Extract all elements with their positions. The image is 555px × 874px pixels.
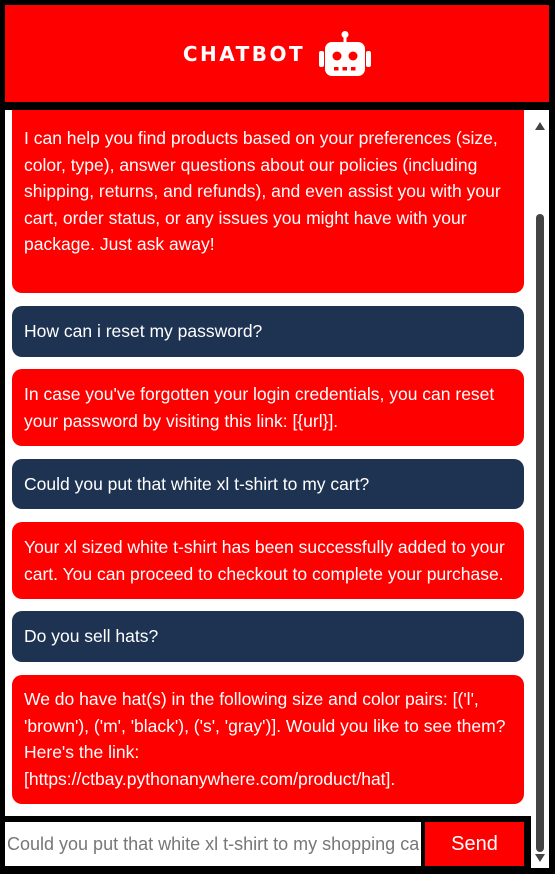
message-text: Your xl sized white t-shirt has been suc… [24,537,505,584]
scrollbar-thumb[interactable] [536,214,544,852]
user-message: How can i reset my password? [12,306,524,357]
chat-scrollbar[interactable] [531,110,549,868]
bot-message: Your xl sized white t-shirt has been suc… [12,522,524,599]
message-text: In case you've forgotten your login cred… [24,384,495,431]
message-composer: Send [5,820,531,868]
chat-title: CHATBOT [182,41,306,66]
bot-message: In case you've forgotten your login cred… [12,369,524,446]
bot-message: We do have hat(s) in the following size … [12,675,524,804]
scroll-up-arrow-icon[interactable] [535,122,545,130]
user-message: Do you sell hats? [12,611,524,662]
chat-header: CHATBOT [5,5,549,102]
message-input[interactable] [5,822,421,866]
message-text: Could you put that white xl t-shirt to m… [24,474,370,494]
message-text: Do you sell hats? [24,626,159,646]
scroll-down-arrow-icon[interactable] [535,854,545,862]
chat-messages[interactable]: I can help you find products based on yo… [5,110,531,816]
bot-message: I can help you find products based on yo… [12,110,524,293]
message-text: We do have hat(s) in the following size … [24,689,506,789]
send-button[interactable]: Send [425,822,524,866]
robot-icon [319,30,372,76]
message-text: I can help you find products based on yo… [24,128,501,254]
user-message: Could you put that white xl t-shirt to m… [12,459,524,509]
message-text: How can i reset my password? [24,321,263,341]
